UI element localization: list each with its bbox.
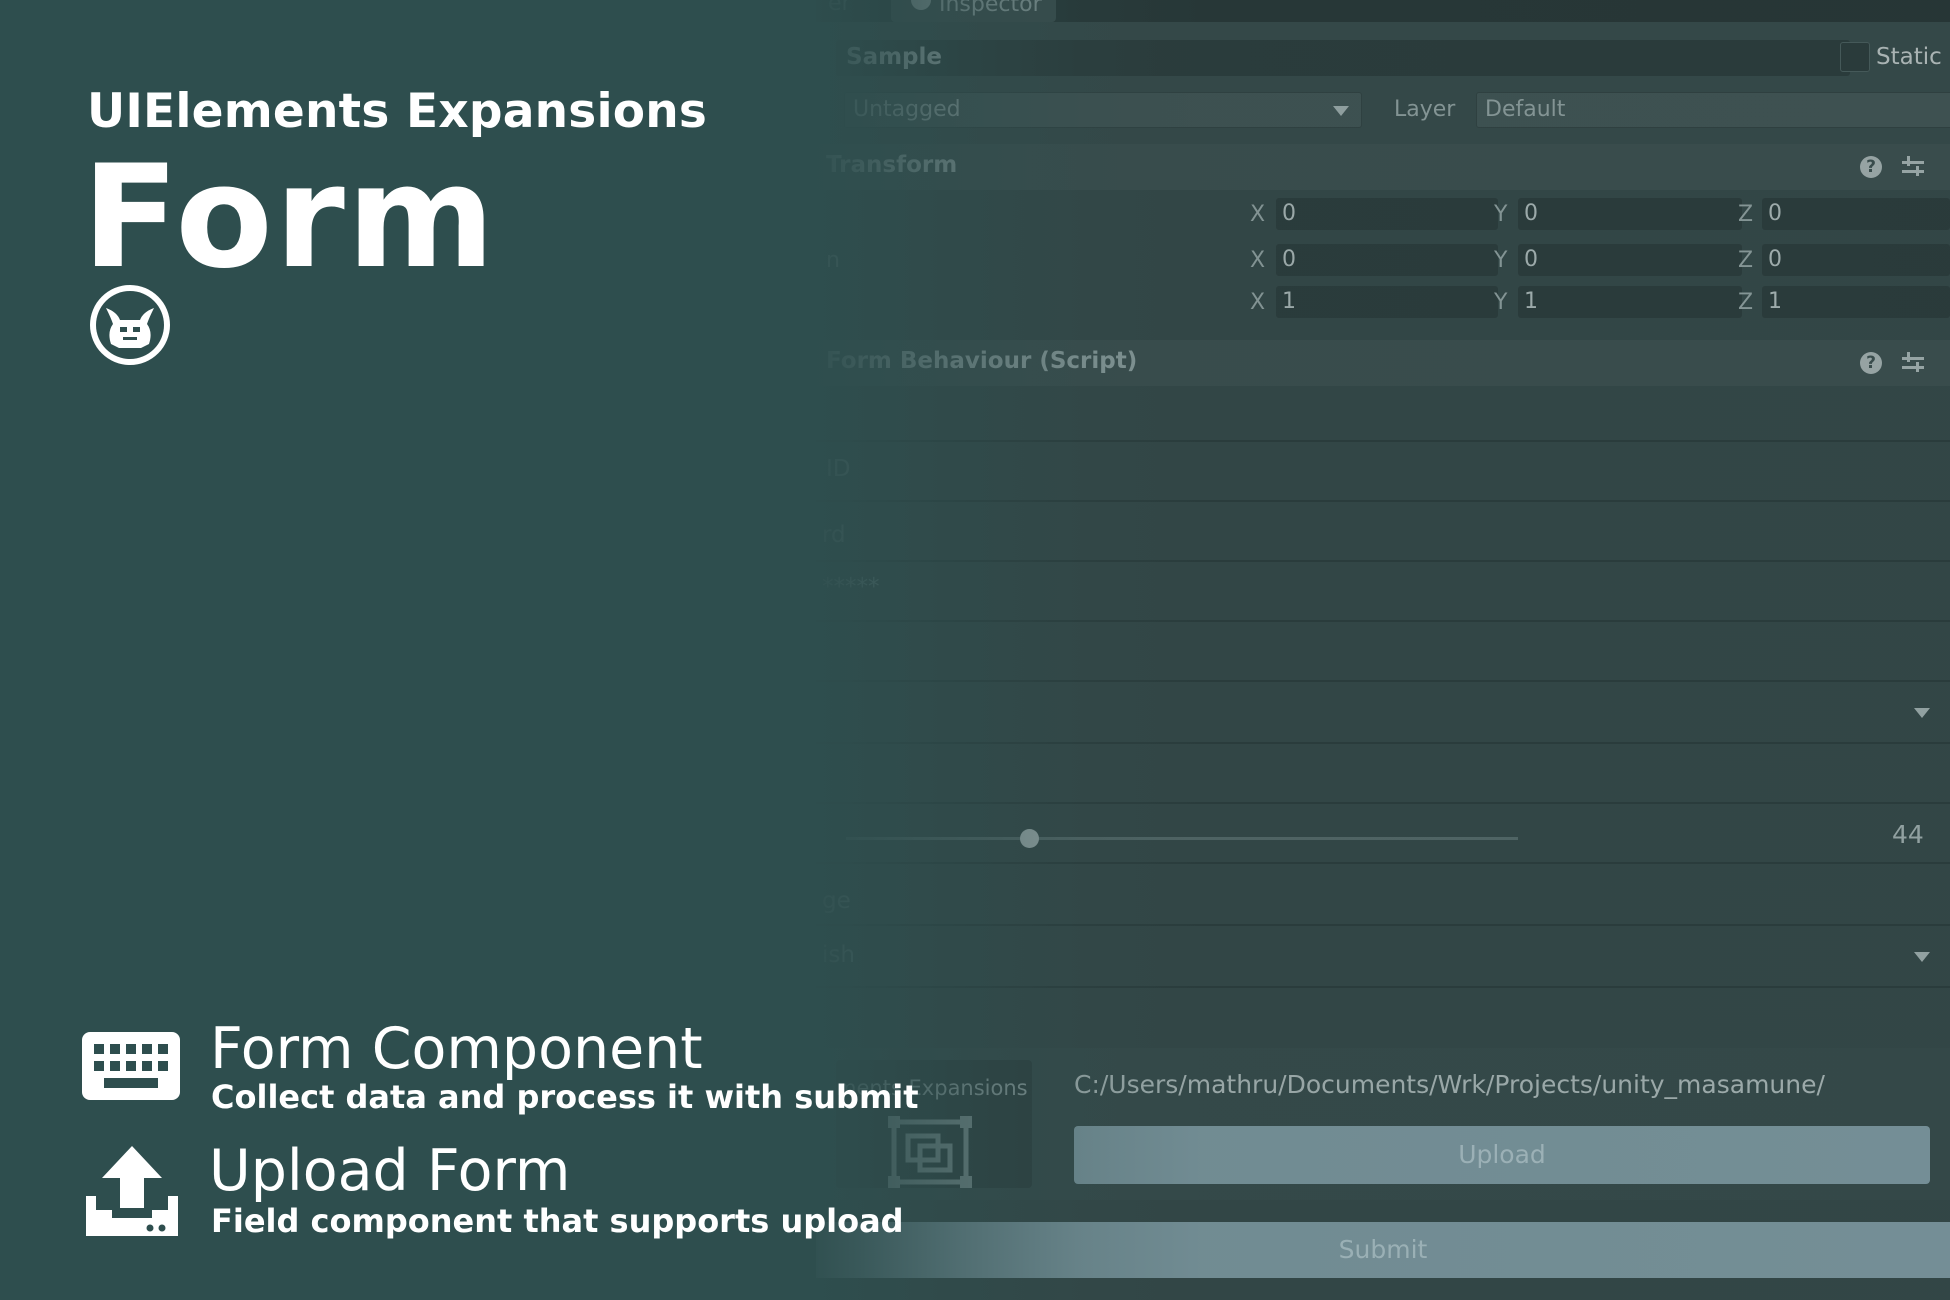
upload-button[interactable]: Upload [1074, 1126, 1930, 1184]
rotation-z-value: 0 [1768, 247, 1782, 272]
help-icon[interactable]: ? [1860, 352, 1882, 374]
chevron-down-icon[interactable] [1914, 952, 1930, 962]
file-path-text: C:/Users/mathru/Documents/Wrk/Projects/u… [1074, 1070, 1825, 1099]
upload-field: ments Expansions C:/Users/mathru/Documen… [816, 1048, 1950, 1200]
divider [816, 924, 1950, 926]
product-title: Form [82, 135, 497, 300]
x-axis-label: X [1250, 290, 1266, 315]
position-x-value: 0 [1282, 201, 1296, 226]
static-label: Static [1876, 44, 1942, 70]
z-axis-label: Z [1738, 290, 1754, 315]
script-header[interactable]: Form Behaviour (Script) ? [816, 340, 1950, 386]
static-checkbox[interactable] [1840, 42, 1870, 72]
divider [816, 802, 1950, 804]
y-axis-label: Y [1494, 248, 1508, 273]
feature-upload-form-title: Upload Form [209, 1138, 571, 1204]
divider [816, 620, 1950, 622]
inspector-panel: er Inspector Sample Static Untagged Laye… [816, 0, 1950, 1300]
scale-y-value: 1 [1524, 289, 1538, 314]
object-name-value: Sample [846, 44, 942, 70]
gameobject-header: Sample Static Untagged Layer Default [816, 22, 1950, 148]
divider [816, 680, 1950, 682]
product-subtitle: UIElements Expansions [87, 84, 708, 139]
upload-icon [86, 1146, 178, 1236]
tab-bar: er Inspector [816, 0, 1950, 22]
rotation-x-value: 0 [1282, 247, 1296, 272]
position-z-field[interactable]: 0 [1762, 198, 1950, 230]
rotation-z-field[interactable]: 0 [1762, 244, 1950, 276]
scale-z-field[interactable]: 1 [1762, 286, 1950, 318]
layer-value: Default [1485, 97, 1566, 122]
language-dropdown-value[interactable]: ish [822, 942, 855, 968]
position-y-field[interactable]: 0 [1518, 198, 1742, 230]
transform-header[interactable]: Transform ? [816, 144, 1950, 190]
id-label: ID [826, 456, 851, 482]
slider-value[interactable]: 44 [1892, 820, 1924, 849]
submit-button[interactable]: Submit [816, 1222, 1950, 1278]
position-x-field[interactable]: 0 [1276, 198, 1498, 230]
feature-form-component-title: Form Component [210, 1016, 703, 1082]
rotation-x-field[interactable]: 0 [1276, 244, 1498, 276]
y-axis-label: Y [1494, 290, 1508, 315]
password-label: rd [822, 522, 846, 548]
script-title: Form Behaviour (Script) [826, 348, 1138, 374]
tab-hierarchy[interactable]: er [828, 0, 851, 16]
rotation-label: n [826, 248, 840, 273]
slider-handle[interactable] [1019, 829, 1039, 848]
tag-dropdown[interactable]: Untagged [844, 92, 1362, 128]
samurai-helmet-logo-icon [90, 285, 170, 365]
feature-upload-form-desc: Field component that supports upload [211, 1202, 904, 1240]
divider [816, 560, 1950, 562]
position-y-value: 0 [1524, 201, 1538, 226]
scale-y-field[interactable]: 1 [1518, 286, 1742, 318]
keyboard-icon [82, 1032, 180, 1100]
tab-inspector-label: Inspector [939, 0, 1042, 17]
image-placeholder-icon [888, 1116, 972, 1188]
divider [816, 742, 1950, 744]
scale-z-value: 1 [1768, 289, 1782, 314]
divider [816, 440, 1950, 442]
scale-x-field[interactable]: 1 [1276, 286, 1498, 318]
scale-x-value: 1 [1282, 289, 1296, 314]
settings-sliders-icon[interactable] [1902, 156, 1924, 178]
transform-title: Transform [826, 152, 958, 178]
info-icon [911, 0, 931, 10]
help-icon[interactable]: ? [1860, 156, 1882, 178]
feature-form-component-desc: Collect data and process it with submit [211, 1078, 919, 1116]
divider [816, 986, 1950, 988]
rotation-y-value: 0 [1524, 247, 1538, 272]
divider [816, 862, 1950, 864]
tag-value: Untagged [853, 97, 961, 122]
tab-inspector[interactable]: Inspector [891, 0, 1056, 22]
settings-sliders-icon[interactable] [1902, 352, 1924, 374]
x-axis-label: X [1250, 202, 1266, 227]
z-axis-label: Z [1738, 248, 1754, 273]
layer-dropdown[interactable]: Default [1476, 92, 1950, 128]
language-label: ge [822, 888, 851, 914]
object-name-field[interactable]: Sample [836, 40, 1850, 76]
rotation-y-field[interactable]: 0 [1518, 244, 1742, 276]
z-axis-label: Z [1738, 202, 1754, 227]
position-z-value: 0 [1768, 201, 1782, 226]
chevron-down-icon [1333, 106, 1349, 116]
password-field-value[interactable]: ***** [822, 574, 880, 600]
x-axis-label: X [1250, 248, 1266, 273]
layer-label: Layer [1394, 97, 1456, 122]
chevron-down-icon[interactable] [1914, 708, 1930, 718]
y-axis-label: Y [1494, 202, 1508, 227]
slider-track[interactable] [846, 837, 1518, 840]
divider [816, 500, 1950, 502]
